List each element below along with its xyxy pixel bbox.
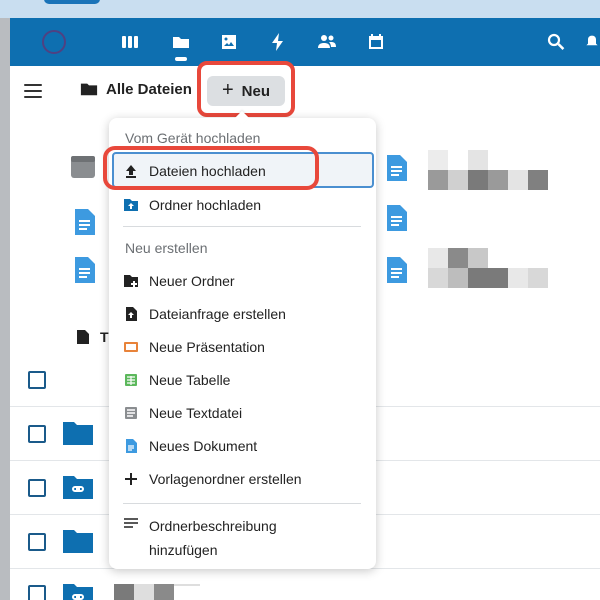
breadcrumb-label: Alle Dateien	[106, 80, 192, 98]
menu-item-new-presentation[interactable]: Neue Präsentation	[121, 332, 364, 362]
contacts-icon[interactable]	[313, 28, 341, 56]
select-all-checkbox[interactable]	[28, 371, 46, 389]
archive-icon[interactable]	[70, 154, 96, 185]
row-checkbox[interactable]	[28, 533, 46, 551]
notifications-icon[interactable]	[584, 28, 600, 56]
text-file-icon	[123, 405, 139, 421]
left-edge	[0, 18, 10, 600]
document-icon[interactable]	[385, 204, 409, 237]
plus-icon: +	[221, 78, 234, 101]
menu-item-label: Vorlagenordner erstellen	[149, 471, 302, 487]
lines-icon	[123, 516, 139, 532]
document-icon[interactable]	[73, 256, 97, 289]
active-indicator	[175, 57, 187, 61]
new-button-label: Neu	[241, 82, 271, 100]
menu-item-label-line2: hinzufügen	[149, 542, 218, 558]
document-icon[interactable]	[385, 256, 409, 289]
folder-icon[interactable]	[62, 528, 94, 554]
folder-icon	[80, 83, 98, 96]
shared-folder-icon[interactable]	[62, 474, 94, 500]
menu-item-new-folder[interactable]: Neuer Ordner	[121, 266, 364, 296]
dashboard-icon[interactable]	[116, 28, 144, 56]
file-request-icon	[123, 306, 139, 322]
shared-folder-icon[interactable]	[62, 582, 94, 600]
browser-top-strip	[0, 0, 600, 18]
calendar-icon[interactable]	[362, 28, 390, 56]
app-header	[10, 18, 600, 66]
files-icon[interactable]	[167, 28, 195, 56]
document-icon	[123, 438, 139, 454]
menu-item-label-block: Ordnerbeschreibung hinzufügen	[149, 514, 277, 562]
menu-item-label: Neuer Ordner	[149, 273, 235, 289]
new-button[interactable]: + Neu	[207, 76, 285, 106]
search-icon[interactable]	[542, 28, 570, 56]
menu-item-label: Neue Präsentation	[149, 339, 265, 355]
menu-toggle-icon[interactable]	[24, 84, 42, 98]
menu-item-label: Neues Dokument	[149, 438, 258, 454]
menu-item-new-text-file[interactable]: Neue Textdatei	[121, 398, 364, 428]
menu-item-new-document[interactable]: Neues Dokument	[121, 431, 364, 461]
menu-separator	[123, 226, 361, 227]
column-header-label: T	[100, 329, 109, 345]
folder-icon[interactable]	[62, 420, 94, 446]
document-icon[interactable]	[385, 154, 409, 187]
logo-icon[interactable]	[42, 30, 66, 54]
spreadsheet-icon	[123, 372, 139, 388]
folder-plus-icon	[123, 273, 139, 289]
top-pill	[44, 0, 100, 4]
menu-item-folder-description[interactable]: Ordnerbeschreibung hinzufügen	[121, 514, 364, 558]
row-checkbox[interactable]	[28, 425, 46, 443]
menu-item-create-template-folder[interactable]: Vorlagenordner erstellen	[121, 464, 364, 494]
menu-item-new-spreadsheet[interactable]: Neue Tabelle	[121, 365, 364, 395]
row-checkbox[interactable]	[28, 479, 46, 497]
menu-item-label: Ordner hochladen	[149, 197, 262, 213]
photos-icon[interactable]	[215, 28, 243, 56]
row-checkbox[interactable]	[28, 585, 46, 600]
menu-item-label: Dateianfrage erstellen	[149, 306, 286, 322]
menu-item-label: Neue Tabelle	[149, 372, 231, 388]
menu-item-label-line1: Ordnerbeschreibung	[149, 518, 277, 534]
breadcrumb[interactable]: Alle Dateien	[80, 80, 192, 98]
menu-item-file-request[interactable]: Dateianfrage erstellen	[121, 299, 364, 329]
file-icon	[77, 330, 89, 344]
plus-icon	[123, 471, 139, 487]
menu-item-upload-folder[interactable]: Ordner hochladen	[121, 190, 364, 220]
upload-files-highlight	[103, 146, 319, 190]
folder-upload-icon	[123, 197, 139, 213]
column-header-type[interactable]: T	[76, 329, 109, 345]
document-icon[interactable]	[73, 208, 97, 241]
activity-icon[interactable]	[264, 28, 292, 56]
menu-item-label: Neue Textdatei	[149, 405, 243, 421]
presentation-icon	[123, 339, 139, 355]
create-heading: Neu erstellen	[125, 240, 208, 256]
upload-heading: Vom Gerät hochladen	[125, 130, 261, 146]
menu-separator	[123, 503, 361, 504]
